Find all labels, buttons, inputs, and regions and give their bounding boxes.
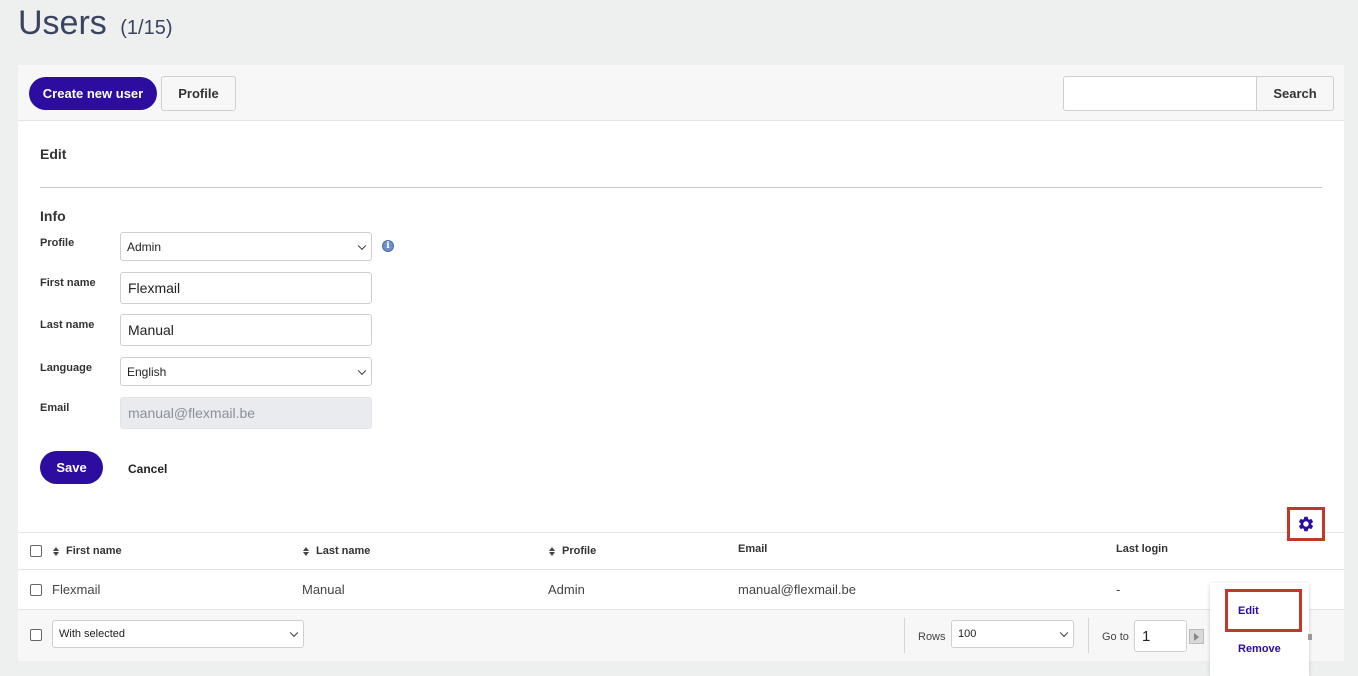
select-all-checkbox[interactable] — [30, 545, 42, 557]
column-header-last-name[interactable]: Last name — [303, 545, 370, 557]
table-footer: With selected Rows 100 Go to 1 — [18, 610, 1344, 661]
user-count: (1/15) — [120, 17, 173, 39]
column-header-label: First name — [66, 545, 122, 557]
save-button[interactable]: Save — [40, 451, 103, 484]
column-header-last-login: Last login — [1116, 543, 1168, 555]
column-header-first-name[interactable]: First name — [53, 545, 122, 557]
column-header-label: Profile — [562, 545, 597, 557]
profile-label: Profile — [40, 237, 75, 249]
edit-highlight-box — [1225, 589, 1302, 632]
email-field: manual@flexmail.be — [120, 397, 372, 429]
sort-icon — [303, 546, 309, 556]
with-selected-select[interactable]: With selected — [52, 620, 304, 648]
page-title: Users (1/15) — [18, 4, 173, 43]
last-name-label: Last name — [40, 319, 95, 331]
chevron-down-icon — [1059, 628, 1069, 638]
sort-icon — [53, 546, 59, 556]
language-select[interactable]: English — [120, 357, 372, 386]
profile-select[interactable]: Admin — [120, 232, 372, 261]
cell-profile: Admin — [548, 582, 585, 597]
gear-icon — [1298, 516, 1314, 532]
first-name-label: First name — [40, 277, 96, 289]
table-header: First name Last name Profile Email Last … — [18, 532, 1344, 570]
divider — [40, 187, 1322, 188]
separator — [1088, 618, 1089, 653]
row-checkbox[interactable] — [30, 584, 42, 596]
cell-first-name: Flexmail — [52, 582, 101, 597]
info-section-title: Info — [40, 208, 66, 224]
menu-item-remove[interactable]: Remove — [1238, 643, 1281, 655]
search-input[interactable] — [1063, 76, 1257, 111]
cell-last-login: - — [1116, 582, 1121, 597]
rows-select-value: 100 — [958, 628, 977, 640]
row-actions-button[interactable] — [1287, 507, 1325, 541]
sort-icon — [549, 546, 555, 556]
language-label: Language — [40, 362, 92, 374]
email-label: Email — [40, 402, 70, 414]
rows-select[interactable]: 100 — [951, 620, 1074, 648]
search-button[interactable]: Search — [1256, 76, 1334, 111]
column-header-email: Email — [738, 543, 768, 555]
profile-select-value: Admin — [127, 239, 162, 254]
separator — [904, 618, 905, 653]
column-header-profile[interactable]: Profile — [549, 545, 596, 557]
goto-label: Go to — [1102, 631, 1129, 643]
cell-email: manual@flexmail.be — [738, 582, 856, 597]
cancel-button[interactable]: Cancel — [128, 462, 167, 476]
with-selected-value: With selected — [59, 628, 126, 640]
pager-edge — [1308, 634, 1312, 640]
table-row[interactable]: Flexmail Manual Admin manual@flexmail.be… — [18, 570, 1344, 610]
cell-last-name: Manual — [302, 582, 345, 597]
chevron-down-icon — [357, 241, 367, 250]
rows-label: Rows — [918, 631, 946, 643]
edit-title: Edit — [40, 146, 67, 162]
chevron-down-icon — [357, 366, 367, 375]
footer-checkbox[interactable] — [30, 629, 42, 641]
users-panel: Create new user Profile Search Edit Info… — [18, 65, 1344, 661]
column-header-label: Last name — [316, 545, 371, 557]
first-name-field[interactable]: Flexmail — [120, 272, 372, 304]
last-name-field[interactable]: Manual — [120, 314, 372, 346]
create-new-user-button[interactable]: Create new user — [29, 77, 157, 110]
profile-button[interactable]: Profile — [161, 76, 236, 111]
goto-arrow-icon[interactable] — [1189, 629, 1204, 644]
goto-page-input[interactable]: 1 — [1134, 620, 1187, 652]
language-select-value: English — [127, 364, 167, 379]
info-icon[interactable]: i — [382, 240, 394, 252]
chevron-down-icon — [289, 628, 299, 638]
page-title-text: Users — [18, 4, 107, 42]
toolbar: Create new user Profile Search — [18, 65, 1344, 121]
